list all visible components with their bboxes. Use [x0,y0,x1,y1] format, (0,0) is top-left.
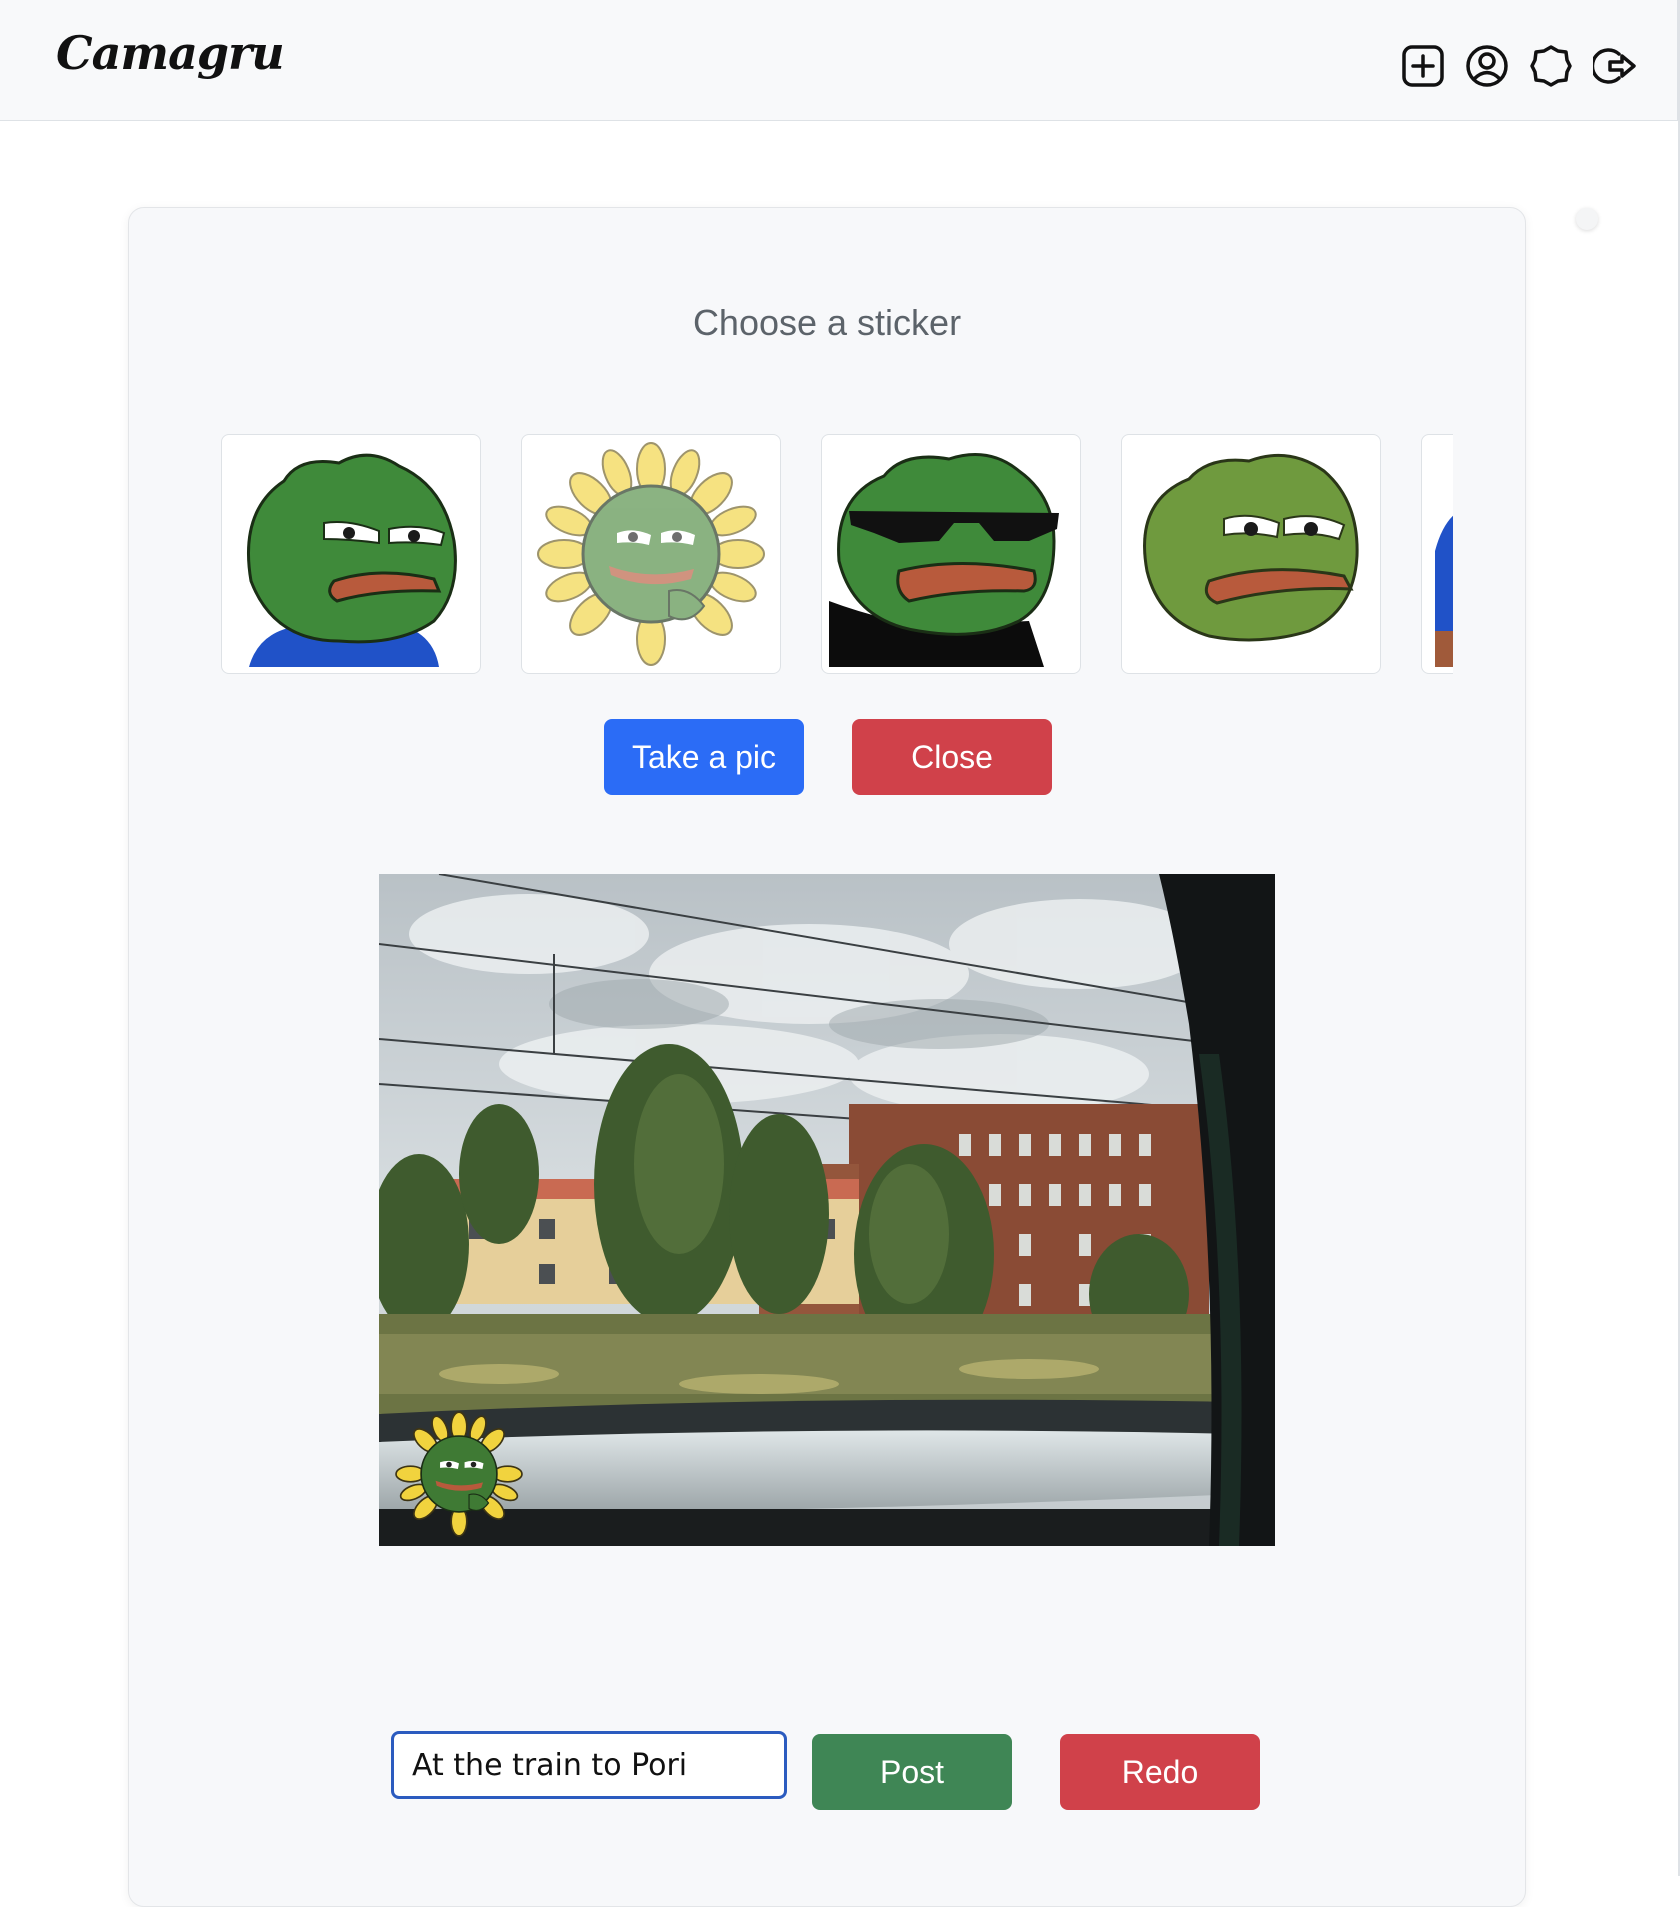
sticker-pepe-sad[interactable] [221,434,481,674]
redo-button[interactable]: Redo [1060,1734,1260,1810]
pepe-sad-image [247,453,457,667]
sticker-pepe-sunglasses[interactable] [821,434,1081,674]
sticker-carousel[interactable] [221,434,1453,674]
post-button[interactable]: Post [812,1734,1012,1810]
take-pic-button[interactable]: Take a pic [604,719,804,795]
sticker-pepe-partial[interactable] [1421,434,1453,674]
plus-square-icon[interactable] [1401,44,1445,88]
navbar: Camagru [0,0,1678,121]
sticker-pepe-smug[interactable] [1121,434,1381,674]
sticker-pepe-sunflower[interactable] [521,434,781,674]
caption-input[interactable] [391,1731,787,1799]
applied-sticker-sunflower [395,1411,523,1537]
nav-icon-group [1401,44,1637,88]
user-circle-icon[interactable] [1465,44,1509,88]
pepe-partial-image [1435,515,1453,667]
pepe-smug-image [1143,453,1359,642]
brand-logo[interactable]: Camagru [56,26,285,80]
logout-icon[interactable] [1593,44,1637,88]
status-dot [1576,208,1598,230]
close-button[interactable]: Close [852,719,1052,795]
sticker-section-title: Choose a sticker [692,302,962,343]
captured-photo-preview [379,874,1275,1546]
pepe-sunglasses-image [829,453,1059,667]
pepe-sunflower-image [537,442,765,666]
gear-icon[interactable] [1529,44,1573,88]
